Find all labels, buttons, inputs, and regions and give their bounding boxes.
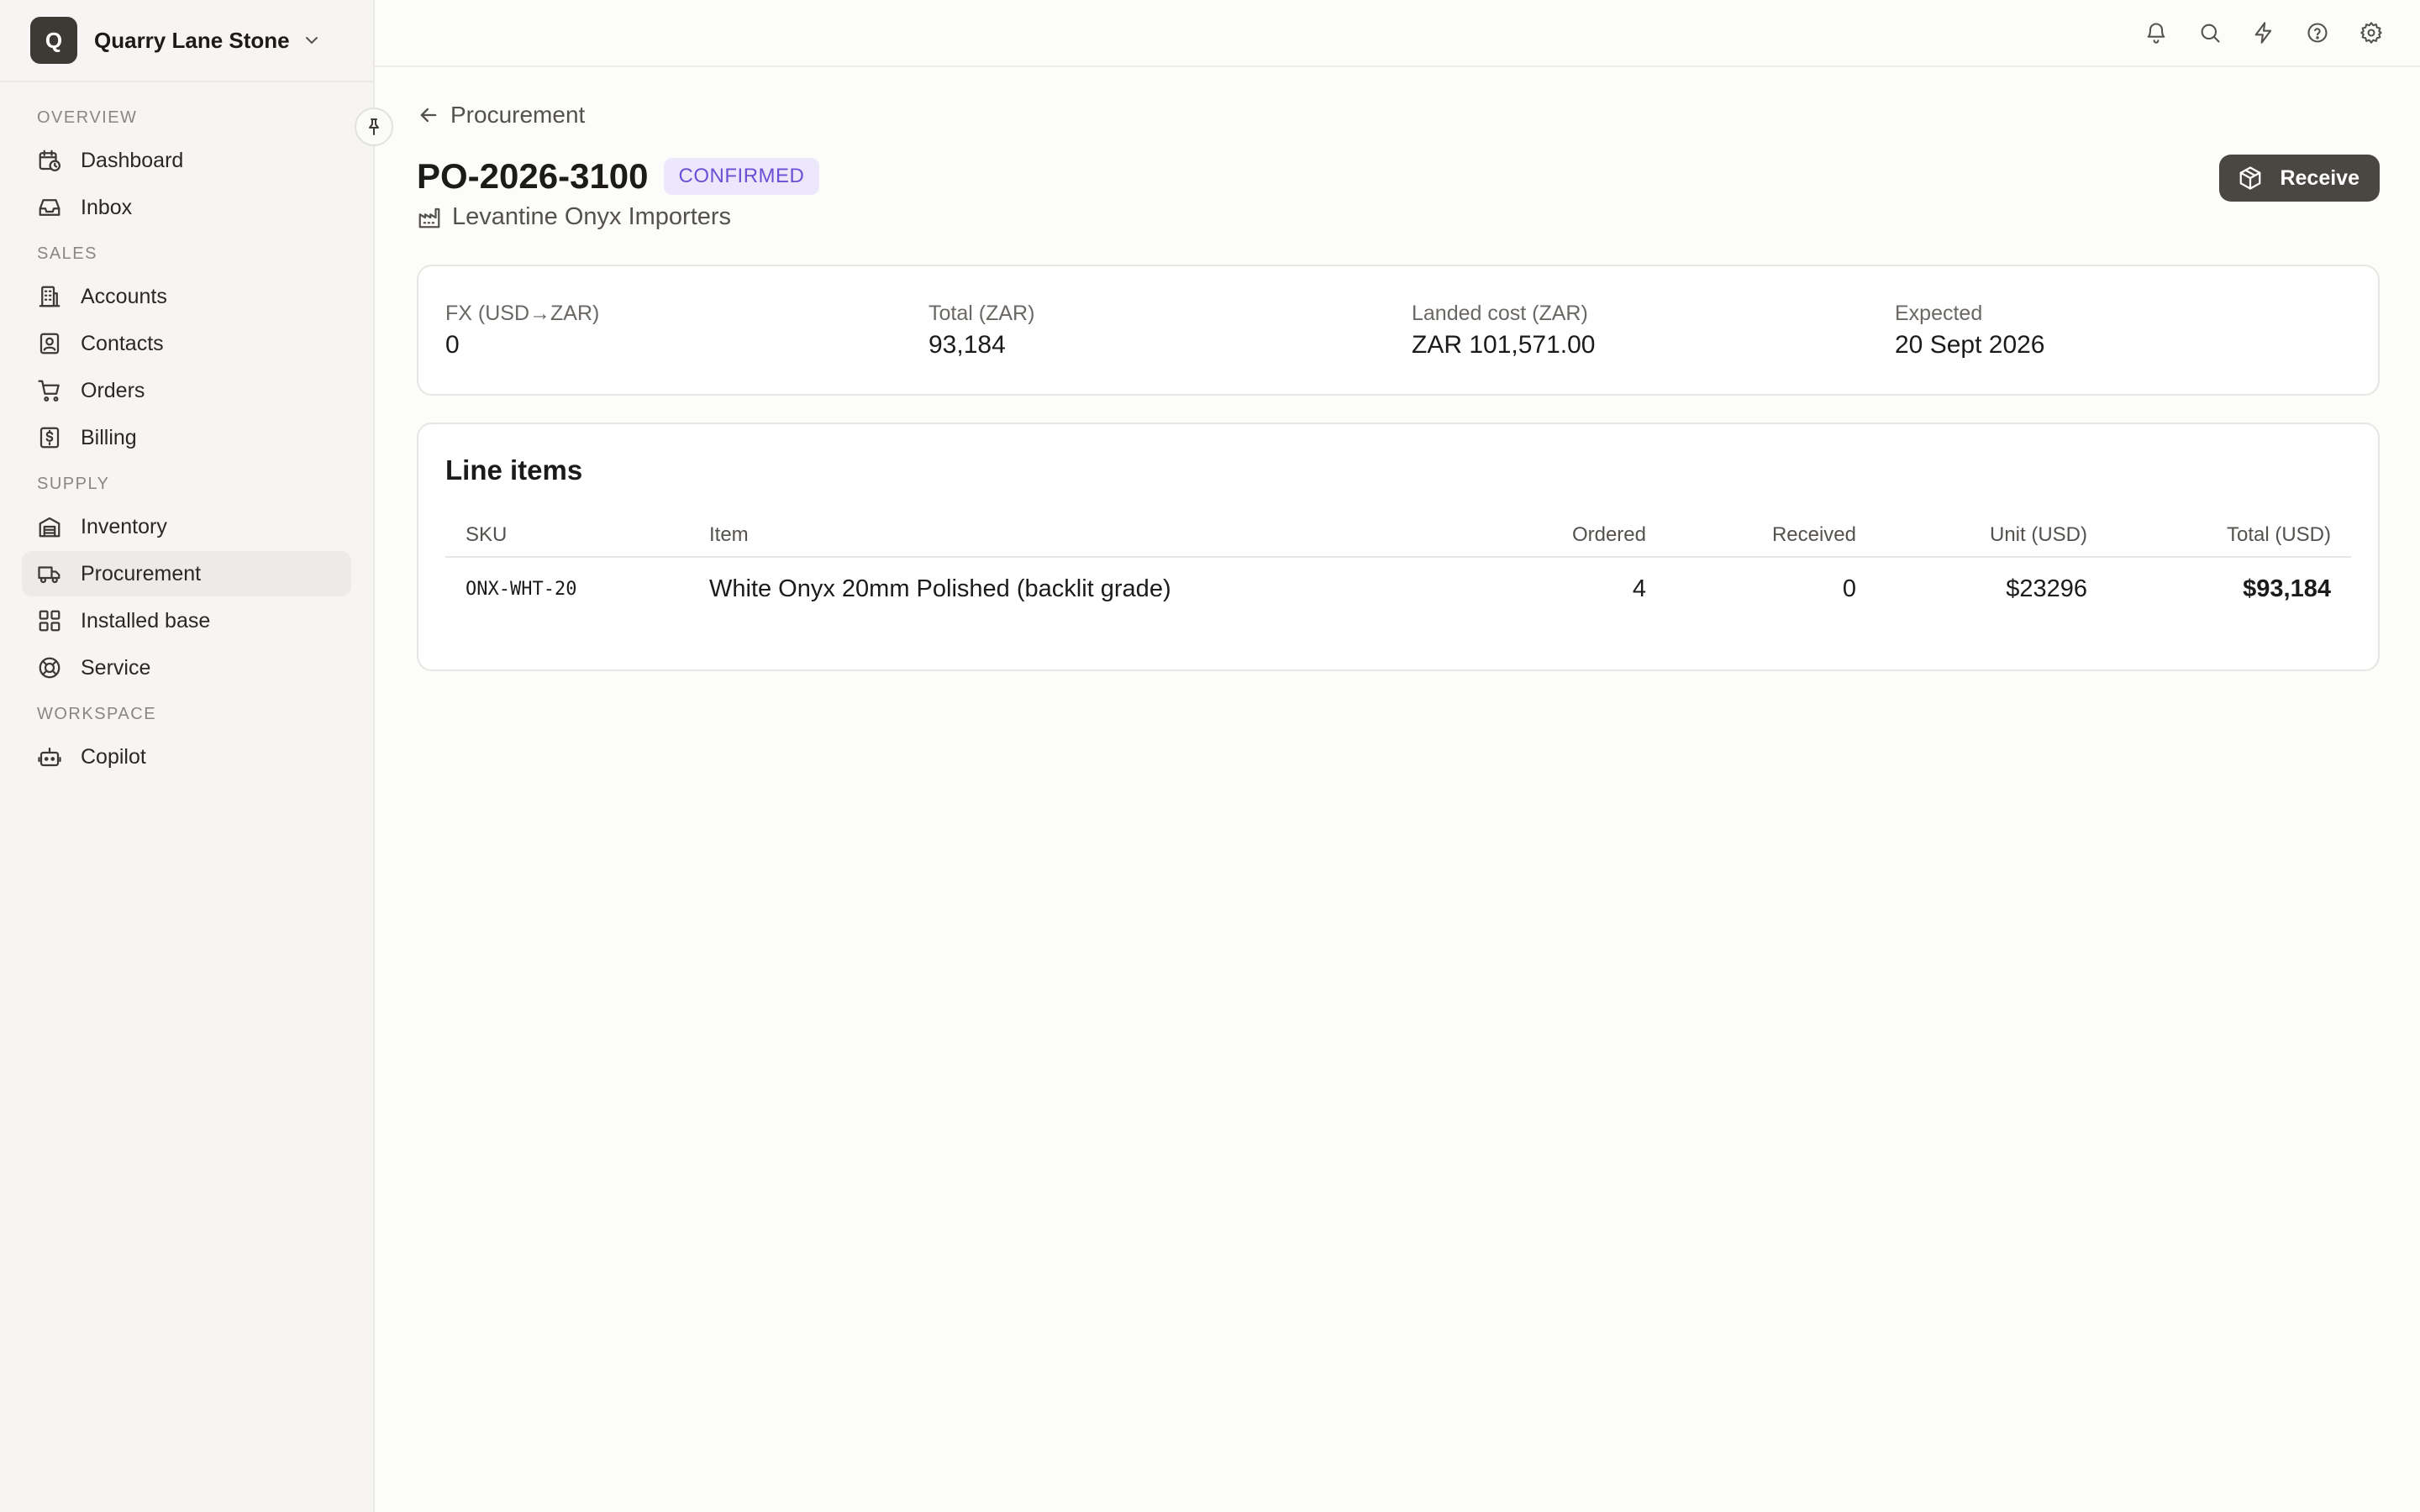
sidebar-item-installed-base[interactable]: Installed base <box>22 598 351 643</box>
help-button[interactable] <box>2291 6 2344 60</box>
top-toolbar <box>375 0 2420 67</box>
billing-icon <box>39 427 60 449</box>
sidebar-item-dashboard[interactable]: Dashboard <box>22 138 351 183</box>
main-content: Procurement PO-2026-3100 CONFIRMED Recei… <box>375 0 2420 1512</box>
search-button[interactable] <box>2183 6 2237 60</box>
grid-icon <box>39 610 60 632</box>
supplier-name: Levantine Onyx Importers <box>452 203 732 230</box>
search-icon <box>2201 24 2220 43</box>
landed-cost-stat: Landed cost (ZAR) ZAR 101,571.00 <box>1412 302 1895 360</box>
title-row: PO-2026-3100 CONFIRMED Receive <box>417 155 2380 202</box>
line-items-title: Line items <box>445 454 583 486</box>
calendar-clock-icon <box>39 150 60 171</box>
contact-icon <box>39 333 60 354</box>
sidebar: Q Quarry Lane Stone OVERVIEW Dashboard I… <box>0 0 393 1512</box>
col-unit: Unit (USD) <box>1876 523 2107 558</box>
factory-icon <box>418 207 440 228</box>
truck-icon <box>38 566 60 584</box>
sidebar-item-procurement[interactable]: Procurement <box>22 551 351 596</box>
settings-icon <box>2360 22 2382 44</box>
total-zar-value: 93,184 <box>929 330 1006 359</box>
warehouse-icon <box>39 517 60 538</box>
page-title: PO-2026-3100 <box>417 156 649 196</box>
bot-icon <box>38 747 61 767</box>
expected-value: 20 Sept 2026 <box>1895 330 2045 359</box>
line-items-card: Line items SKU Item Ordered Received Uni… <box>417 423 2380 671</box>
row-item: White Onyx 20mm Polished (backlit grade) <box>709 575 1171 602</box>
total-zar-stat: Total (ZAR) 93,184 <box>929 302 1412 360</box>
nav-section-workspace: WORKSPACE <box>37 704 157 723</box>
bolt-icon <box>2254 22 2272 44</box>
sidebar-item-contacts[interactable]: Contacts <box>22 321 351 366</box>
col-received: Received <box>1666 523 1876 558</box>
sidebar-nav: OVERVIEW Dashboard Inbox SALES Accounts … <box>0 82 373 780</box>
expected-label: Expected <box>1895 301 1983 325</box>
bell-icon <box>2147 23 2165 44</box>
row-total: $93,184 <box>2243 575 2331 602</box>
row-ordered: 4 <box>1632 575 1646 602</box>
settings-button[interactable] <box>2344 6 2398 60</box>
back-label: Procurement <box>450 102 586 128</box>
arrow-left-icon <box>420 108 437 123</box>
lifebuoy-icon <box>39 657 60 679</box>
col-total: Total (USD) <box>2107 523 2351 558</box>
nav-section-supply: SUPPLY <box>37 474 110 493</box>
sidebar-item-copilot[interactable]: Copilot <box>22 734 351 780</box>
help-icon <box>2307 23 2328 43</box>
inbox-icon <box>39 199 60 216</box>
col-sku: SKU <box>445 523 689 558</box>
po-detail: Procurement PO-2026-3100 CONFIRMED Recei… <box>375 67 2420 671</box>
package-icon <box>2240 166 2261 190</box>
fx-label: FX (USD→ZAR) <box>445 301 600 325</box>
receive-button[interactable]: Receive <box>2219 155 2380 202</box>
workspace-avatar: Q <box>30 17 77 64</box>
quick-actions-button[interactable] <box>2237 6 2291 60</box>
back-to-procurement-link[interactable]: Procurement <box>417 96 2380 134</box>
row-received: 0 <box>1842 575 1856 602</box>
chevron-down-icon <box>305 37 318 45</box>
total-zar-label: Total (ZAR) <box>929 301 1035 325</box>
building-icon <box>39 286 60 307</box>
sidebar-item-billing[interactable]: Billing <box>22 415 351 460</box>
row-sku: ONX-WHT-20 <box>466 579 577 600</box>
landed-cost-label: Landed cost (ZAR) <box>1412 301 1588 325</box>
sidebar-item-orders[interactable]: Orders <box>22 368 351 413</box>
workspace-switcher[interactable]: Q Quarry Lane Stone <box>0 0 373 82</box>
fx-value: 0 <box>445 330 460 359</box>
col-item: Item <box>689 523 1456 558</box>
workspace-name: Quarry Lane Stone <box>94 27 290 53</box>
nav-section-sales: SALES <box>37 244 97 263</box>
fx-stat: FX (USD→ZAR) 0 <box>445 302 929 360</box>
sidebar-item-inventory[interactable]: Inventory <box>22 504 351 549</box>
expected-stat: Expected 20 Sept 2026 <box>1895 302 2378 360</box>
row-unit: $23296 <box>2006 575 2087 602</box>
cart-icon <box>38 380 60 402</box>
sidebar-item-service[interactable]: Service <box>22 645 351 690</box>
notifications-button[interactable] <box>2129 6 2183 60</box>
sidebar-item-inbox[interactable]: Inbox <box>22 185 351 230</box>
sidebar-item-accounts[interactable]: Accounts <box>22 274 351 319</box>
receive-label: Receive <box>2280 165 2360 190</box>
landed-cost-value: ZAR 101,571.00 <box>1412 330 1596 359</box>
table-row[interactable]: ONX-WHT-20 White Onyx 20mm Polished (bac… <box>445 557 2351 621</box>
table-header-row: SKU Item Ordered Received Unit (USD) Tot… <box>445 523 2351 558</box>
status-badge: CONFIRMED <box>663 158 820 195</box>
nav-section-overview: OVERVIEW <box>37 108 138 127</box>
supplier-link[interactable]: Levantine Onyx Importers <box>417 203 2380 231</box>
summary-card: FX (USD→ZAR) 0 Total (ZAR) 93,184 Landed… <box>417 265 2380 396</box>
line-items-table: SKU Item Ordered Received Unit (USD) Tot… <box>445 523 2351 621</box>
col-ordered: Ordered <box>1456 523 1666 558</box>
